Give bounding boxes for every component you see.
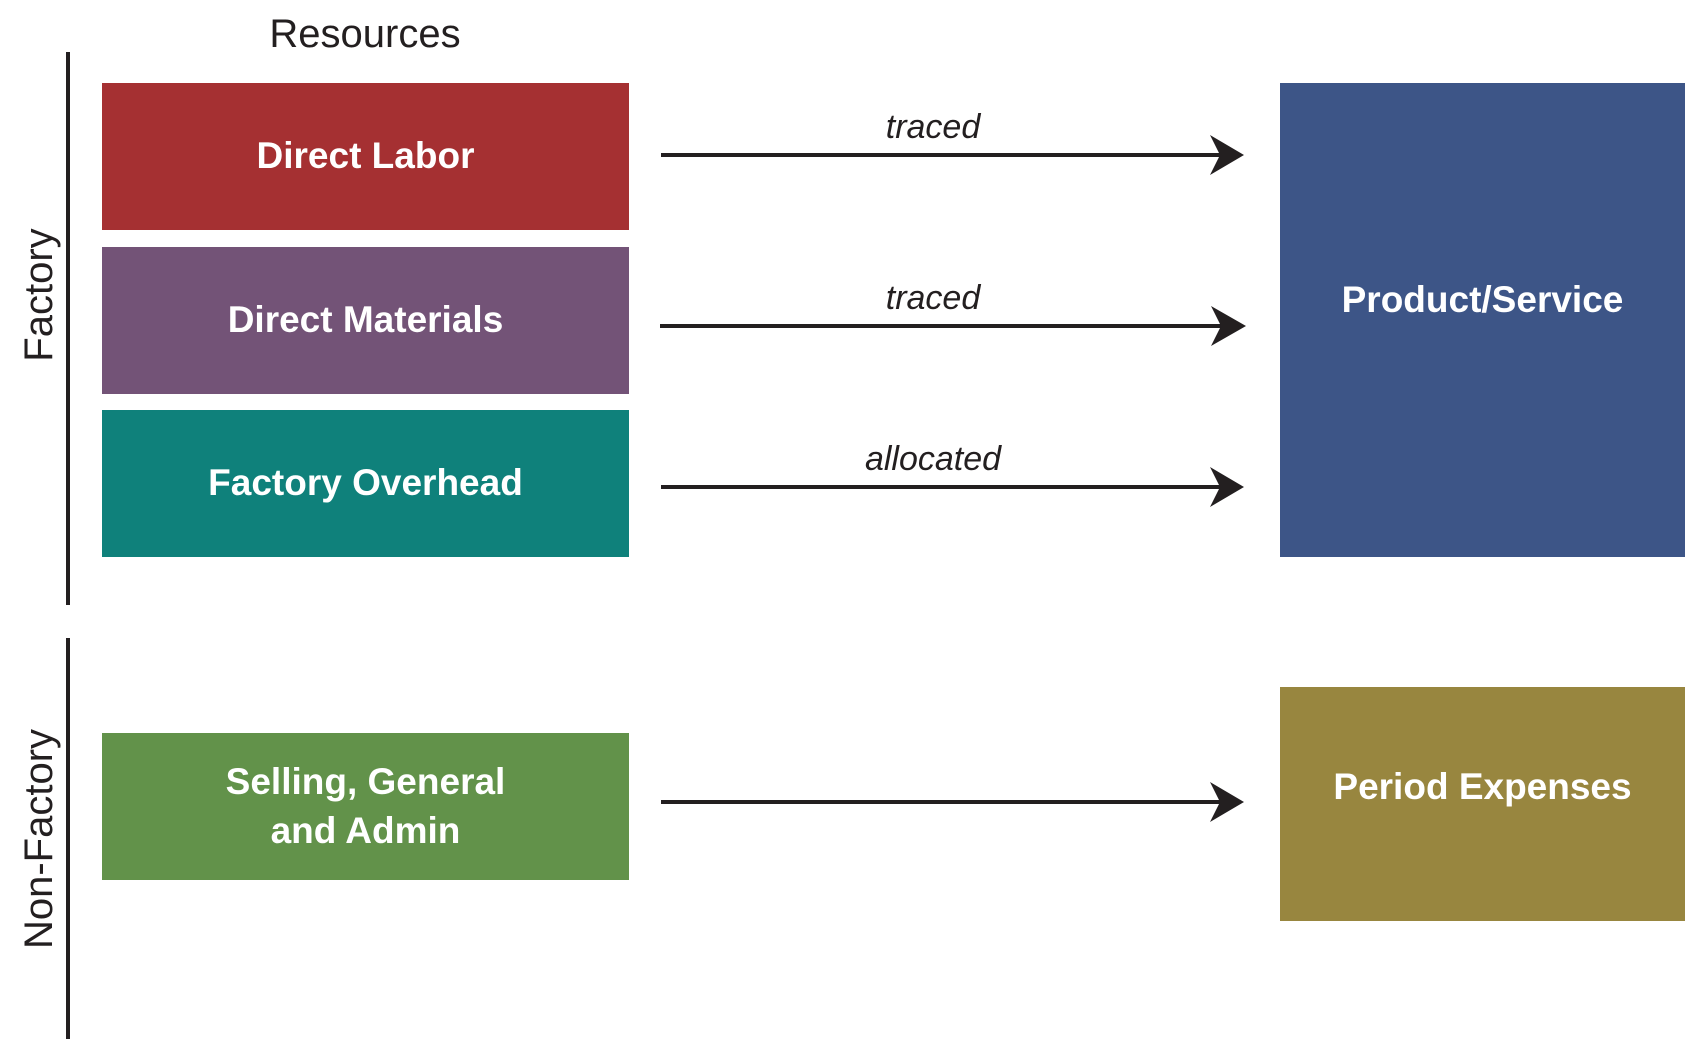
arrows-layer — [660, 135, 1246, 822]
arrow-label-allocated: allocated — [864, 440, 1002, 478]
arrow-selling-general-admin — [661, 782, 1244, 822]
arrow-label-traced-2: traced — [885, 279, 981, 317]
arrow-label-traced-1: traced — [885, 108, 981, 146]
